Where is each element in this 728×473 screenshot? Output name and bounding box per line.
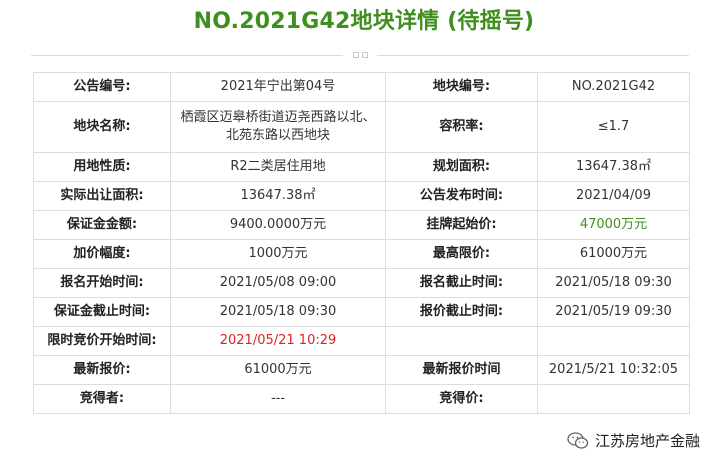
winner-label: 竞得者: bbox=[33, 384, 171, 414]
wechat-watermark: 江苏房地产金融 bbox=[562, 428, 704, 453]
table-row: 保证金截止时间: 2021/05/18 09:30 报价截止时间: 2021/0… bbox=[33, 297, 690, 327]
start-price-label: 挂牌起始价: bbox=[385, 210, 538, 240]
table-row: 保证金金额: 9400.0000万元 挂牌起始价: 47000万元 bbox=[33, 210, 690, 240]
plot-ratio-label: 容积率: bbox=[385, 101, 538, 153]
table-row: 加价幅度: 1000万元 最高限价: 61000万元 bbox=[33, 239, 690, 269]
table-row: 竞得者: --- 竞得价: bbox=[33, 384, 690, 414]
price-cap-value: 61000万元 bbox=[537, 239, 690, 269]
latest-bid-value: 61000万元 bbox=[170, 355, 386, 385]
increment-value: 1000万元 bbox=[170, 239, 386, 269]
deposit-deadline-label: 保证金截止时间: bbox=[33, 297, 171, 327]
empty-value-cell bbox=[537, 326, 690, 356]
land-use-value: R2二类居住用地 bbox=[170, 152, 386, 182]
table-row: 用地性质: R2二类居住用地 规划面积: 13647.38㎡ bbox=[33, 152, 690, 182]
planned-area-label: 规划面积: bbox=[385, 152, 538, 182]
land-detail-table: 公告编号: 2021年宁出第04号 地块编号: NO.2021G42 地块名称:… bbox=[33, 72, 690, 414]
table-row: 公告编号: 2021年宁出第04号 地块编号: NO.2021G42 bbox=[33, 72, 690, 102]
deposit-value: 9400.0000万元 bbox=[170, 210, 386, 240]
deposit-deadline-value: 2021/05/18 09:30 bbox=[170, 297, 386, 327]
deposit-label: 保证金金额: bbox=[33, 210, 171, 240]
publish-date-label: 公告发布时间: bbox=[385, 181, 538, 211]
page-title: NO.2021G42地块详情 (待摇号) bbox=[193, 9, 535, 34]
table-row: 限时竞价开始时间: 2021/05/21 10:29 bbox=[33, 326, 690, 356]
parcel-name-label: 地块名称: bbox=[33, 101, 171, 153]
announcement-no-value: 2021年宁出第04号 bbox=[170, 72, 386, 102]
parcel-no-label: 地块编号: bbox=[385, 72, 538, 102]
registration-start-label: 报名开始时间: bbox=[33, 268, 171, 298]
latest-bid-time-label: 最新报价时间 bbox=[385, 355, 538, 385]
watermark-text: 江苏房地产金融 bbox=[594, 432, 700, 450]
empty-label-cell bbox=[385, 326, 538, 356]
registration-start-value: 2021/05/08 09:00 bbox=[170, 268, 386, 298]
winning-price-label: 竞得价: bbox=[385, 384, 538, 414]
latest-bid-time-value: 2021/5/21 10:32:05 bbox=[537, 355, 690, 385]
plot-ratio-value: ≤1.7 bbox=[537, 101, 690, 153]
quote-deadline-label: 报价截止时间: bbox=[385, 297, 538, 327]
table-row: 报名开始时间: 2021/05/08 09:00 报名截止时间: 2021/05… bbox=[33, 268, 690, 298]
parcel-name-value: 栖霞区迈皋桥街道迈尧西路以北、北苑东路以西地块 bbox=[170, 101, 386, 153]
table-row: 最新报价: 61000万元 最新报价时间 2021/5/21 10:32:05 bbox=[33, 355, 690, 385]
winner-value: --- bbox=[170, 384, 386, 414]
publish-date-value: 2021/04/09 bbox=[537, 181, 690, 211]
increment-label: 加价幅度: bbox=[33, 239, 171, 269]
winning-price-value bbox=[537, 384, 690, 414]
timed-bidding-start-label: 限时竞价开始时间: bbox=[33, 326, 171, 356]
table-row: 地块名称: 栖霞区迈皋桥街道迈尧西路以北、北苑东路以西地块 容积率: ≤1.7 bbox=[33, 101, 690, 153]
land-use-label: 用地性质: bbox=[33, 152, 171, 182]
timed-bidding-start-value: 2021/05/21 10:29 bbox=[170, 326, 386, 356]
wechat-icon bbox=[567, 431, 589, 449]
parcel-no-value: NO.2021G42 bbox=[537, 72, 690, 102]
start-price-value: 47000万元 bbox=[537, 210, 690, 240]
actual-area-value: 13647.38㎡ bbox=[170, 181, 386, 211]
divider-ornament bbox=[343, 50, 377, 60]
latest-bid-label: 最新报价: bbox=[33, 355, 171, 385]
announcement-no-label: 公告编号: bbox=[33, 72, 171, 102]
planned-area-value: 13647.38㎡ bbox=[537, 152, 690, 182]
actual-area-label: 实际出让面积: bbox=[33, 181, 171, 211]
table-row: 实际出让面积: 13647.38㎡ 公告发布时间: 2021/04/09 bbox=[33, 181, 690, 211]
quote-deadline-value: 2021/05/19 09:30 bbox=[537, 297, 690, 327]
price-cap-label: 最高限价: bbox=[385, 239, 538, 269]
registration-end-label: 报名截止时间: bbox=[385, 268, 538, 298]
registration-end-value: 2021/05/18 09:30 bbox=[537, 268, 690, 298]
